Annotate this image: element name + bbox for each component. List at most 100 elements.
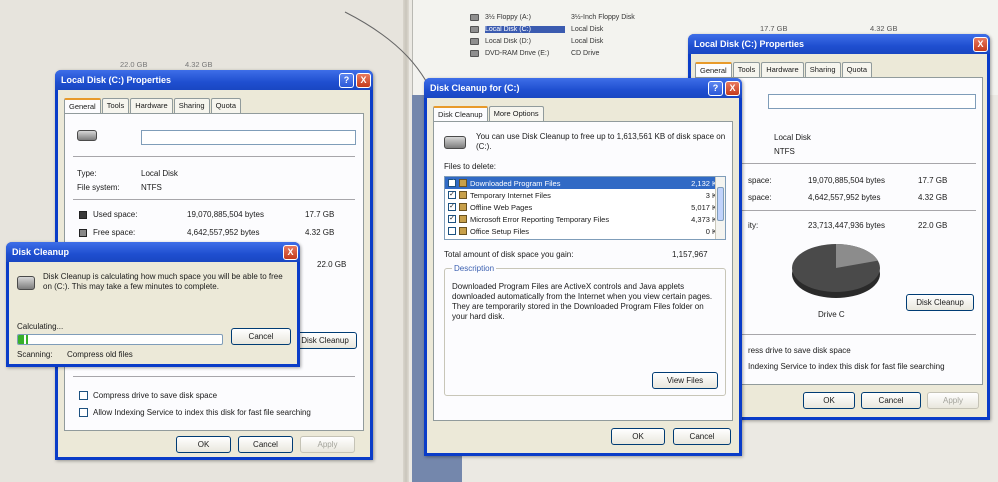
folder-icon — [459, 191, 467, 199]
folder-icon — [459, 179, 467, 187]
used-space-bytes: 19,070,885,504 bytes — [187, 210, 264, 219]
file-category-row[interactable]: ✓ Offline Web Pages 5,017 KB — [445, 201, 725, 213]
help-button[interactable]: ? — [339, 72, 354, 88]
progress-fill — [18, 335, 29, 344]
free-space-label: space: — [748, 193, 772, 202]
free-space-label: Free space: — [93, 228, 136, 237]
volume-label-input[interactable] — [141, 130, 356, 145]
capacity-label: ity: — [748, 221, 759, 230]
ok-button[interactable]: OK — [611, 428, 665, 445]
close-button[interactable]: X — [356, 72, 371, 88]
window-title: Local Disk (C:) Properties — [61, 75, 172, 85]
compress-label: Compress drive to save disk space — [93, 391, 218, 400]
file-category-checkbox[interactable]: ✓ — [448, 179, 456, 187]
cancel-button[interactable]: Cancel — [673, 428, 731, 445]
cleanup-intro: You can use Disk Cleanup to free up to 1… — [476, 132, 726, 151]
help-button[interactable]: ? — [708, 80, 723, 96]
volume-label-input[interactable] — [768, 94, 976, 109]
files-list[interactable]: ✓ Downloaded Program Files 2,132 KB ✓ Tempor… — [444, 176, 726, 240]
drive-label: Drive C — [818, 310, 845, 319]
file-category-row[interactable]: ✓ Temporary Internet Files 3 KB — [445, 189, 725, 201]
file-category-checkbox[interactable] — [448, 227, 456, 235]
capacity-gb: 22.0 GB — [317, 260, 347, 269]
ok-button[interactable]: OK — [803, 392, 855, 409]
used-space-gb: 17.7 GB — [305, 210, 335, 219]
file-category-name: Microsoft Error Reporting Temporary File… — [470, 214, 610, 224]
file-category-checkbox[interactable]: ✓ — [448, 215, 456, 223]
tab-sharing[interactable]: Sharing — [173, 98, 210, 113]
disk-cleanup-dialog: Disk Cleanup for (C:) ? X Disk Cleanup M… — [424, 78, 742, 456]
close-button[interactable]: X — [973, 36, 988, 52]
files-list-scrollbar[interactable] — [715, 177, 725, 239]
used-space-label: space: — [748, 176, 772, 185]
properties-title-bar[interactable]: Local Disk (C:) Properties X — [688, 34, 990, 54]
tab-general[interactable]: General — [64, 98, 101, 113]
scanning-label: Scanning: — [17, 350, 53, 359]
indexing-checkbox[interactable] — [79, 408, 88, 417]
apply-button[interactable]: Apply — [927, 392, 979, 409]
total-gain-value: 1,157,967 — [672, 250, 708, 259]
tab-tools[interactable]: Tools — [101, 98, 130, 113]
apply-button[interactable]: Apply — [300, 436, 355, 453]
dialog-title: Disk Cleanup — [12, 247, 70, 257]
progress-bar — [17, 334, 223, 345]
folder-icon — [459, 227, 467, 235]
disk-cleanup-progress-dialog: Disk Cleanup X Disk Cleanup is calculati… — [6, 242, 300, 367]
close-button[interactable]: X — [283, 244, 298, 260]
tab-more-options[interactable]: More Options — [488, 106, 544, 121]
compress-checkbox[interactable] — [79, 391, 88, 400]
dialog-title: Disk Cleanup for (C:) — [430, 83, 520, 93]
type-label: Type: — [77, 169, 97, 178]
tab-hardware[interactable]: Hardware — [130, 98, 173, 113]
used-space-gb: 17.7 GB — [918, 176, 948, 185]
file-category-row[interactable]: Office Setup Files 0 KB — [445, 225, 725, 237]
file-category-checkbox[interactable]: ✓ — [448, 191, 456, 199]
folder-icon — [459, 215, 467, 223]
files-to-delete-label: Files to delete: — [444, 162, 497, 171]
disk-cleanup-button[interactable]: Disk Cleanup — [906, 294, 974, 311]
cleanup-title-bar[interactable]: Disk Cleanup for (C:) ? X — [424, 78, 742, 98]
properties-tabs: General Tools Hardware Sharing Quota — [64, 98, 242, 113]
close-button[interactable]: X — [725, 80, 740, 96]
properties-title-bar[interactable]: Local Disk (C:) Properties ? X — [55, 70, 373, 90]
disk-cleanup-button[interactable]: Disk Cleanup — [293, 332, 357, 349]
filesystem-value: NTFS — [141, 183, 162, 192]
divider — [73, 199, 355, 200]
scanning-value: Compress old files — [67, 350, 133, 359]
file-category-checkbox[interactable]: ✓ — [448, 203, 456, 211]
cancel-button[interactable]: Cancel — [231, 328, 291, 345]
divider — [73, 156, 355, 157]
tab-hardware[interactable]: Hardware — [761, 62, 804, 77]
type-value: Local Disk — [141, 169, 178, 178]
file-category-name: Office Setup Files — [470, 226, 530, 236]
disk-cleanup-icon — [17, 276, 35, 290]
type-value: Local Disk — [774, 133, 811, 142]
capacity-bytes: 23,713,447,936 bytes — [808, 221, 885, 230]
scrollbar-thumb[interactable] — [717, 187, 724, 221]
cancel-button[interactable]: Cancel — [238, 436, 293, 453]
file-category-row[interactable]: ✓ Microsoft Error Reporting Temporary Fil… — [445, 213, 725, 225]
folder-icon — [459, 203, 467, 211]
properties-tabs: General Tools Hardware Sharing Quota — [695, 62, 873, 77]
used-space-swatch — [79, 211, 87, 219]
progress-title-bar[interactable]: Disk Cleanup X — [6, 242, 300, 262]
compress-label: ress drive to save disk space — [748, 346, 851, 355]
tab-tools[interactable]: Tools — [732, 62, 761, 77]
indexing-label: Allow Indexing Service to index this dis… — [93, 408, 311, 417]
description-text: Downloaded Program Files are ActiveX con… — [452, 282, 713, 321]
file-category-row[interactable]: ✓ Downloaded Program Files 2,132 KB — [445, 177, 725, 189]
tab-quota[interactable]: Quota — [210, 98, 242, 113]
ok-button[interactable]: OK — [176, 436, 231, 453]
window-title: Local Disk (C:) Properties — [694, 39, 805, 49]
free-space-bytes: 4,642,557,952 bytes — [808, 193, 881, 202]
tab-sharing[interactable]: Sharing — [804, 62, 841, 77]
tab-quota[interactable]: Quota — [841, 62, 873, 77]
indexing-label: Indexing Service to index this disk for … — [748, 362, 945, 371]
tab-disk-cleanup[interactable]: Disk Cleanup — [433, 106, 488, 121]
filesystem-value: NTFS — [774, 147, 795, 156]
total-gain-label: Total amount of disk space you gain: — [444, 250, 574, 259]
free-space-gb: 4.32 GB — [305, 228, 335, 237]
cancel-button[interactable]: Cancel — [861, 392, 921, 409]
view-files-button[interactable]: View Files — [652, 372, 718, 389]
tab-general[interactable]: General — [695, 62, 732, 77]
